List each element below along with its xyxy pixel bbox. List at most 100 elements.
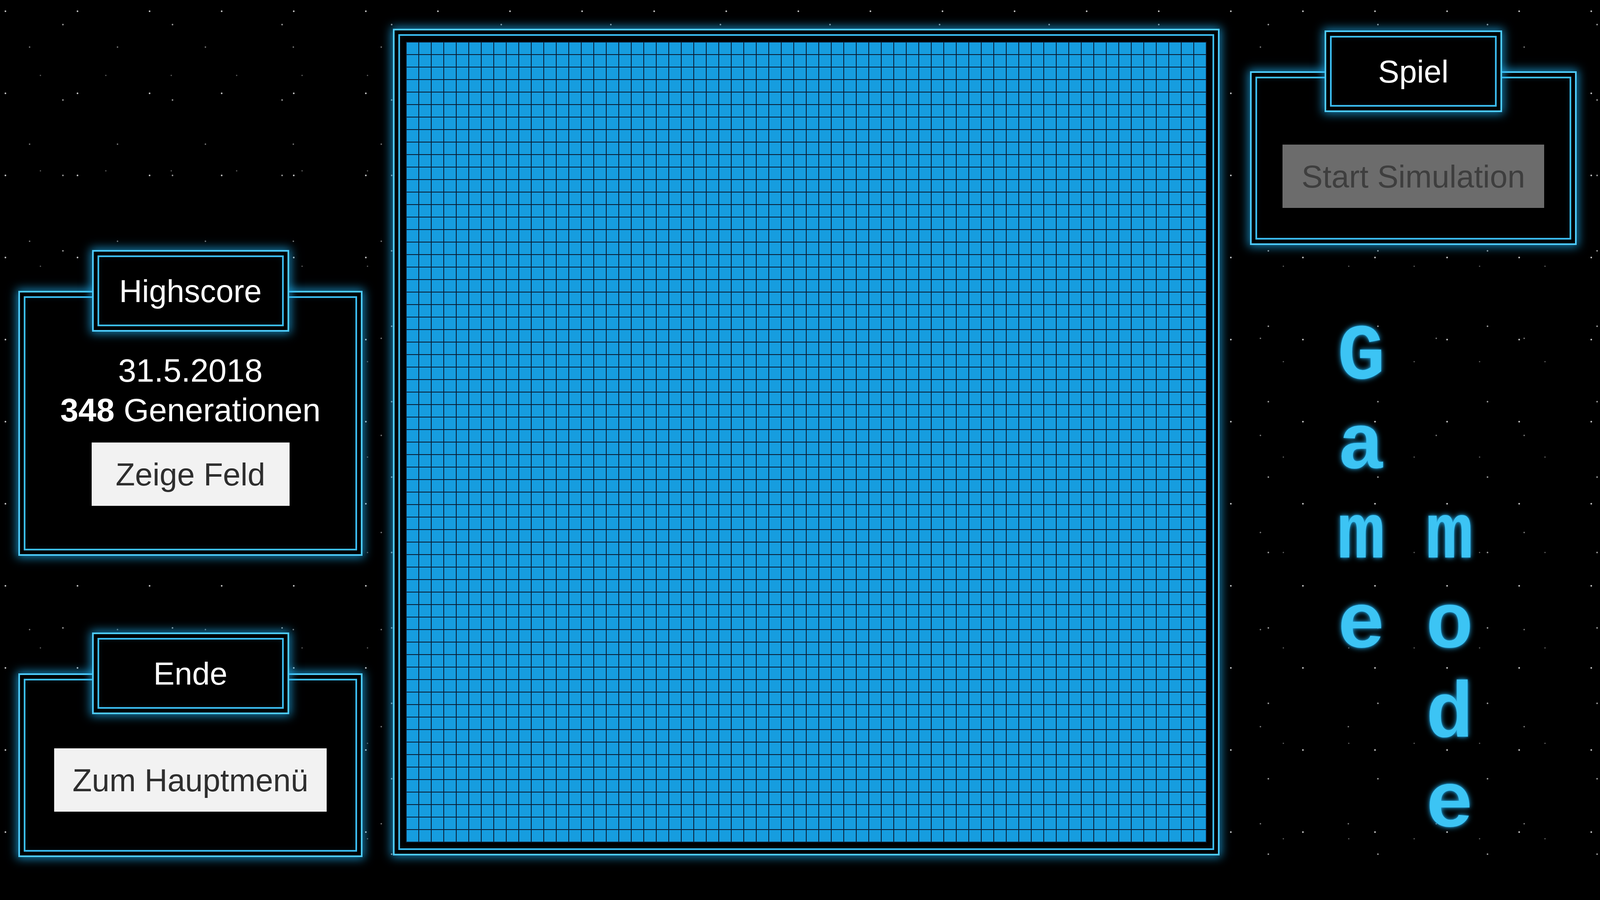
board-cell[interactable]	[1069, 230, 1081, 242]
board-cell[interactable]	[1069, 355, 1081, 367]
board-cell[interactable]	[731, 255, 744, 267]
board-cell[interactable]	[1019, 130, 1031, 142]
board-cell[interactable]	[1144, 330, 1156, 342]
board-cell[interactable]	[706, 217, 719, 230]
board-cell[interactable]	[594, 205, 606, 217]
board-cell[interactable]	[869, 55, 881, 67]
board-cell[interactable]	[719, 217, 731, 230]
board-cell[interactable]	[831, 67, 844, 80]
board-cell[interactable]	[1156, 55, 1169, 67]
board-cell[interactable]	[1056, 305, 1069, 317]
board-cell[interactable]	[994, 230, 1006, 242]
board-cell[interactable]	[781, 42, 794, 55]
board-cell[interactable]	[631, 130, 644, 142]
board-cell[interactable]	[731, 355, 744, 367]
board-cell[interactable]	[806, 342, 819, 355]
board-cell[interactable]	[581, 92, 594, 105]
board-cell[interactable]	[931, 217, 944, 230]
board-cell[interactable]	[931, 280, 944, 292]
board-cell[interactable]	[1131, 55, 1144, 67]
board-cell[interactable]	[981, 355, 994, 367]
board-cell[interactable]	[1094, 267, 1106, 280]
board-cell[interactable]	[581, 317, 594, 330]
board-cell[interactable]	[1006, 367, 1019, 380]
board-cell[interactable]	[994, 130, 1006, 142]
board-cell[interactable]	[619, 117, 631, 130]
board-cell[interactable]	[1144, 167, 1156, 180]
board-cell[interactable]	[531, 317, 544, 330]
board-cell[interactable]	[969, 205, 981, 217]
board-cell[interactable]	[669, 180, 681, 192]
board-cell[interactable]	[419, 280, 431, 292]
board-cell[interactable]	[719, 92, 731, 105]
board-cell[interactable]	[744, 305, 756, 317]
board-cell[interactable]	[481, 155, 494, 167]
board-cell[interactable]	[731, 392, 744, 405]
board-cell[interactable]	[1044, 292, 1056, 305]
board-cell[interactable]	[1119, 55, 1131, 67]
board-cell[interactable]	[631, 92, 644, 105]
board-cell[interactable]	[919, 92, 931, 105]
board-cell[interactable]	[481, 105, 494, 117]
board-cell[interactable]	[806, 417, 819, 430]
board-cell[interactable]	[1006, 130, 1019, 142]
board-cell[interactable]	[419, 355, 431, 367]
board-cell[interactable]	[1019, 117, 1031, 130]
board-cell[interactable]	[1069, 42, 1081, 55]
board-cell[interactable]	[869, 342, 881, 355]
board-cell[interactable]	[569, 405, 581, 417]
board-cell[interactable]	[906, 92, 919, 105]
board-cell[interactable]	[581, 342, 594, 355]
board-cell[interactable]	[1194, 205, 1206, 217]
board-cell[interactable]	[444, 255, 456, 267]
board-cell[interactable]	[481, 405, 494, 417]
board-cell[interactable]	[1144, 130, 1156, 142]
board-cell[interactable]	[694, 317, 706, 330]
show-field-button[interactable]: Zeige Feld	[91, 442, 290, 506]
board-cell[interactable]	[1194, 367, 1206, 380]
board-cell[interactable]	[819, 230, 831, 242]
board-cell[interactable]	[631, 417, 644, 430]
board-cell[interactable]	[669, 317, 681, 330]
board-cell[interactable]	[644, 380, 656, 392]
board-cell[interactable]	[619, 180, 631, 192]
board-cell[interactable]	[506, 305, 519, 317]
board-cell[interactable]	[606, 205, 619, 217]
board-cell[interactable]	[719, 330, 731, 342]
board-cell[interactable]	[444, 342, 456, 355]
board-cell[interactable]	[556, 355, 569, 367]
board-cell[interactable]	[456, 67, 469, 80]
board-cell[interactable]	[769, 330, 781, 342]
board-cell[interactable]	[644, 255, 656, 267]
board-cell[interactable]	[731, 230, 744, 242]
board-cell[interactable]	[1031, 405, 1044, 417]
board-cell[interactable]	[1156, 205, 1169, 217]
board-cell[interactable]	[744, 367, 756, 380]
board-cell[interactable]	[431, 280, 444, 292]
board-cell[interactable]	[419, 317, 431, 330]
board-cell[interactable]	[719, 255, 731, 267]
board-cell[interactable]	[519, 392, 531, 405]
board-cell[interactable]	[469, 192, 481, 205]
board-cell[interactable]	[981, 380, 994, 392]
board-cell[interactable]	[681, 180, 694, 192]
board-cell[interactable]	[694, 217, 706, 230]
board-cell[interactable]	[706, 167, 719, 180]
board-cell[interactable]	[406, 380, 419, 392]
board-cell[interactable]	[556, 242, 569, 255]
board-cell[interactable]	[431, 417, 444, 430]
board-cell[interactable]	[694, 55, 706, 67]
board-cell[interactable]	[431, 405, 444, 417]
board-cell[interactable]	[956, 255, 969, 267]
board-cell[interactable]	[869, 217, 881, 230]
board-cell[interactable]	[469, 242, 481, 255]
board-cell[interactable]	[1094, 380, 1106, 392]
board-cell[interactable]	[1094, 392, 1106, 405]
board-cell[interactable]	[869, 330, 881, 342]
board-cell[interactable]	[731, 67, 744, 80]
board-cell[interactable]	[494, 80, 506, 92]
board-cell[interactable]	[431, 342, 444, 355]
board-cell[interactable]	[756, 167, 769, 180]
board-cell[interactable]	[1144, 405, 1156, 417]
board-cell[interactable]	[1181, 330, 1194, 342]
